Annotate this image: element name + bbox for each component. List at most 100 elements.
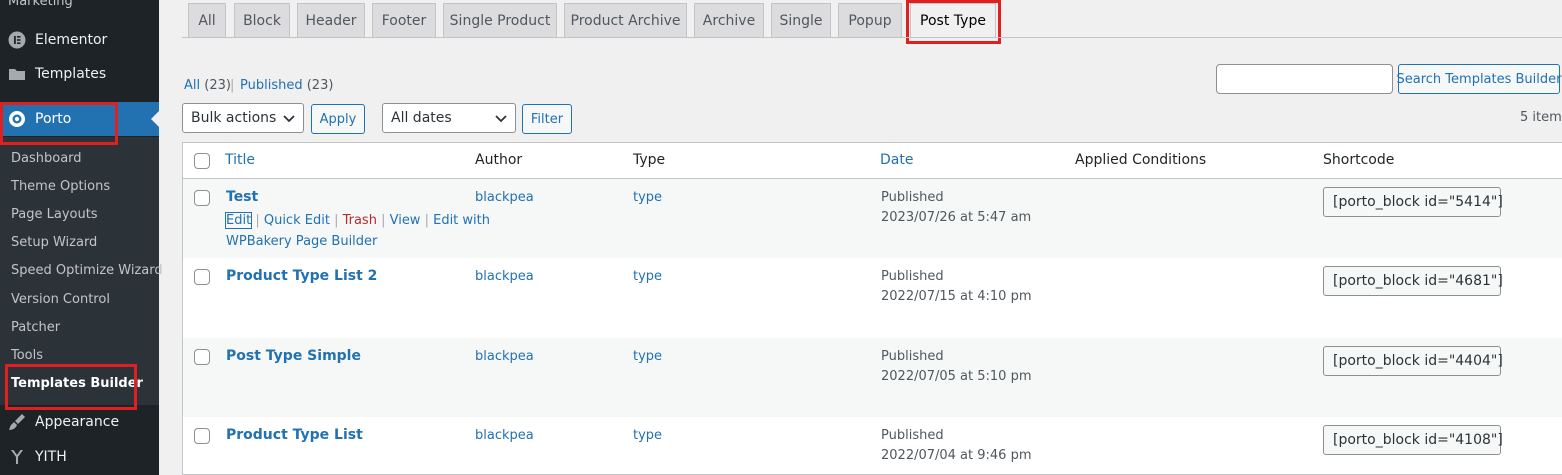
sidebar-item-elementor[interactable]: Elementor	[0, 23, 159, 57]
sidebar-item-label: Elementor	[35, 32, 108, 48]
select-all-checkbox[interactable]	[194, 153, 210, 169]
tab-single-product[interactable]: Single Product	[443, 3, 557, 37]
trash-link[interactable]: Trash	[343, 213, 377, 228]
row-shortcode-field[interactable]: [porto_block id="4404"]	[1323, 346, 1503, 376]
tab-all[interactable]: All	[188, 3, 226, 37]
chevron-down-icon	[283, 112, 295, 128]
row-title-link[interactable]: Post Type Simple	[226, 348, 361, 364]
quick-edit-link[interactable]: Quick Edit	[264, 213, 330, 228]
filter-published-link[interactable]: Published (23)	[240, 78, 333, 93]
filter-all-link[interactable]: All (23)	[184, 78, 231, 93]
submenu-item-tools[interactable]: Tools	[11, 348, 43, 363]
row-date-status: Published	[881, 190, 944, 205]
filter-button[interactable]: Filter	[522, 104, 572, 134]
chevron-down-icon	[495, 112, 507, 128]
row-checkbox[interactable]	[194, 349, 210, 365]
row-date-status: Published	[881, 269, 944, 284]
templates-table: Title Author Type Date Applied Condition…	[182, 142, 1562, 475]
row-checkbox[interactable]	[194, 190, 210, 206]
submenu-item-patcher[interactable]: Patcher	[11, 320, 60, 335]
tab-post-type[interactable]: Post Type	[910, 3, 996, 37]
sidebar-item-label: Appearance	[35, 414, 120, 430]
sidebar-item-label: Porto	[35, 111, 72, 127]
filter-separator: |	[230, 78, 235, 93]
row-type-link[interactable]: type	[633, 349, 662, 364]
folder-icon	[0, 66, 34, 82]
edit-with-link[interactable]: Edit with	[433, 213, 490, 228]
porto-icon	[0, 110, 34, 128]
sidebar-item-templates[interactable]: Templates	[0, 57, 159, 91]
column-type: Type	[633, 152, 666, 168]
row-shortcode-field[interactable]: [porto_block id="5414"]	[1323, 187, 1503, 217]
column-title[interactable]: Title	[225, 152, 255, 168]
submenu-item-page-layouts[interactable]: Page Layouts	[11, 207, 98, 222]
sidebar-item-label: YITH	[35, 449, 67, 465]
row-checkbox[interactable]	[194, 269, 210, 285]
submenu-item-speed-optimize-wizard[interactable]: Speed Optimize Wizard	[11, 263, 163, 278]
table-row: Test Edit | Quick Edit | Trash | View | …	[183, 179, 1562, 258]
filter-published-count: (23)	[306, 78, 334, 93]
edit-link[interactable]: Edit	[224, 212, 253, 229]
submenu-item-theme-options[interactable]: Theme Options	[11, 179, 110, 194]
row-type-link[interactable]: type	[633, 428, 662, 443]
bulk-actions-select[interactable]: Bulk actions	[182, 103, 304, 133]
search-templates-button[interactable]: Search Templates Builder	[1397, 64, 1562, 94]
tab-block[interactable]: Block	[234, 3, 290, 37]
elementor-icon	[0, 31, 34, 49]
row-author-link[interactable]: blackpea	[475, 190, 534, 205]
table-row: Product Type List 2 blackpea type Publis…	[183, 258, 1562, 338]
submenu-item-templates-builder[interactable]: Templates Builder	[11, 376, 143, 391]
apply-button[interactable]: Apply	[311, 104, 365, 134]
tab-header[interactable]: Header	[297, 3, 365, 37]
table-row: Post Type Simple blackpea type Published…	[183, 338, 1562, 417]
sidebar-item-marketing[interactable]: Marketing	[8, 0, 73, 9]
edit-with-builder-link[interactable]: WPBakery Page Builder	[226, 234, 377, 249]
tab-single[interactable]: Single	[771, 3, 831, 37]
row-shortcode-field[interactable]: [porto_block id="4108"]	[1323, 425, 1503, 455]
items-count: 5 items	[1520, 110, 1562, 125]
row-title-link[interactable]: Product Type List 2	[226, 268, 377, 284]
row-action-separator: |	[381, 213, 390, 228]
row-date: 2023/07/26 at 5:47 am	[881, 210, 1032, 225]
submenu-item-version-control[interactable]: Version Control	[11, 292, 110, 307]
row-date: 2022/07/04 at 9:46 pm	[881, 448, 1032, 463]
row-date-status: Published	[881, 428, 944, 443]
row-author-link[interactable]: blackpea	[475, 349, 534, 364]
row-shortcode-field[interactable]: [porto_block id="4681"]	[1323, 266, 1503, 296]
row-actions: Edit | Quick Edit | Trash | View | Edit …	[224, 212, 490, 229]
dates-select[interactable]: All dates	[382, 103, 516, 133]
search-input[interactable]	[1216, 64, 1393, 94]
current-menu-arrow	[151, 111, 159, 127]
sidebar-item-label: Templates	[35, 66, 107, 82]
dates-value: All dates	[391, 110, 452, 126]
tab-archive[interactable]: Archive	[694, 3, 764, 37]
tabs-divider	[182, 37, 1562, 38]
yith-icon	[0, 448, 34, 466]
submenu-item-setup-wizard[interactable]: Setup Wizard	[11, 235, 97, 250]
filter-all-count: (23)	[204, 78, 231, 93]
column-applied-conditions: Applied Conditions	[1075, 152, 1207, 168]
column-date[interactable]: Date	[880, 152, 913, 168]
row-author-link[interactable]: blackpea	[475, 269, 534, 284]
tab-footer[interactable]: Footer	[372, 3, 436, 37]
table-row: Product Type List blackpea type Publishe…	[183, 417, 1562, 475]
admin-sidebar: Marketing Elementor Templates Porto Dash…	[0, 0, 163, 475]
filter-published-label: Published	[240, 78, 303, 93]
sidebar-item-appearance[interactable]: Appearance	[0, 405, 159, 439]
tab-popup[interactable]: Popup	[838, 3, 902, 37]
row-title-link[interactable]: Test	[226, 189, 258, 205]
paintbrush-icon	[0, 413, 34, 431]
row-type-link[interactable]: type	[633, 269, 662, 284]
sidebar-item-porto[interactable]: Porto	[0, 102, 159, 136]
row-date: 2022/07/05 at 5:10 pm	[881, 369, 1032, 384]
submenu-item-dashboard[interactable]: Dashboard	[11, 151, 82, 166]
tab-product-archive[interactable]: Product Archive	[564, 3, 687, 37]
view-link[interactable]: View	[390, 213, 421, 228]
row-date: 2022/07/15 at 4:10 pm	[881, 289, 1032, 304]
column-author: Author	[475, 152, 523, 168]
row-checkbox[interactable]	[194, 428, 210, 444]
row-type-link[interactable]: type	[633, 190, 662, 205]
sidebar-item-yith[interactable]: YITH	[0, 440, 159, 474]
row-title-link[interactable]: Product Type List	[226, 427, 363, 443]
row-author-link[interactable]: blackpea	[475, 428, 534, 443]
